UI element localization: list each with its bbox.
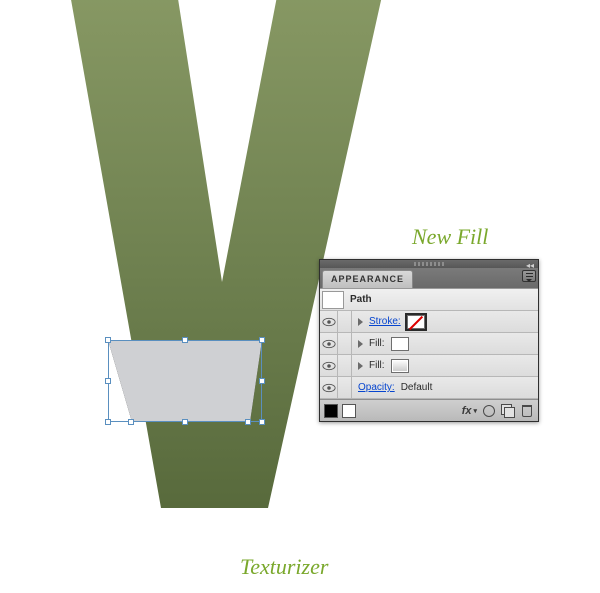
anchor-point[interactable] xyxy=(245,419,251,425)
fill-label: Fill: xyxy=(369,360,385,371)
target-name: Path xyxy=(350,294,372,305)
duplicate-item-button[interactable] xyxy=(500,403,515,418)
indent-spacer xyxy=(338,355,352,377)
opacity-label-link[interactable]: Opacity: xyxy=(358,382,395,393)
eye-icon xyxy=(322,317,336,327)
new-stroke-white-swatch[interactable] xyxy=(342,404,356,418)
selection-handle[interactable] xyxy=(105,419,111,425)
new-fill-black-swatch[interactable] xyxy=(324,404,338,418)
appearance-opacity-row[interactable]: Opacity: Default xyxy=(320,377,538,399)
selection-handle[interactable] xyxy=(259,337,265,343)
anchor-point[interactable] xyxy=(128,419,134,425)
fill-swatch-gradient[interactable] xyxy=(391,359,409,373)
opacity-value: Default xyxy=(401,382,433,393)
disclosure-triangle-icon[interactable] xyxy=(358,362,363,370)
stroke-label-link[interactable]: Stroke: xyxy=(369,316,401,327)
circle-slash-icon xyxy=(483,405,495,417)
panel-tabbar: APPEARANCE xyxy=(320,268,538,288)
selection-handle[interactable] xyxy=(182,419,188,425)
disclosure-triangle-icon[interactable] xyxy=(358,340,363,348)
caption-new-fill: New Fill xyxy=(412,224,488,250)
indent-spacer xyxy=(338,311,352,333)
clear-appearance-button[interactable] xyxy=(481,403,496,418)
panel-drag-dots xyxy=(414,262,444,266)
add-effect-button[interactable]: fx▾ xyxy=(462,405,477,417)
selection-handle[interactable] xyxy=(259,419,265,425)
selection-handle[interactable] xyxy=(105,378,111,384)
eye-icon xyxy=(322,383,336,393)
indent-spacer xyxy=(338,333,352,355)
visibility-toggle[interactable] xyxy=(320,377,338,399)
duplicate-icon xyxy=(501,404,514,417)
selection-handle[interactable] xyxy=(105,337,111,343)
fx-label: fx xyxy=(462,405,472,417)
appearance-panel: ◂◂ APPEARANCE Path Stroke: xyxy=(319,259,539,422)
tab-appearance[interactable]: APPEARANCE xyxy=(322,270,413,288)
eye-icon xyxy=(322,361,336,371)
target-thumbnail xyxy=(322,291,344,309)
selection-bounding-box xyxy=(108,340,262,422)
eye-icon xyxy=(322,339,336,349)
caption-texturizer: Texturizer xyxy=(240,554,328,580)
panel-grip[interactable]: ◂◂ xyxy=(320,260,538,268)
disclosure-triangle-icon[interactable] xyxy=(358,318,363,326)
indent-spacer xyxy=(338,377,352,399)
visibility-toggle[interactable] xyxy=(320,333,338,355)
selection-handle[interactable] xyxy=(182,337,188,343)
visibility-toggle[interactable] xyxy=(320,355,338,377)
fill-label: Fill: xyxy=(369,338,385,349)
appearance-fill-row[interactable]: Fill: xyxy=(320,333,538,355)
panel-flyout-menu-button[interactable] xyxy=(522,270,536,282)
appearance-rows: Path Stroke: F xyxy=(320,288,538,399)
fill-swatch-white[interactable] xyxy=(391,337,409,351)
chevron-down-icon: ▾ xyxy=(473,407,477,415)
stroke-swatch-none[interactable] xyxy=(407,315,425,329)
panel-collapse-arrows-icon[interactable]: ◂◂ xyxy=(526,261,534,270)
delete-item-button[interactable] xyxy=(519,403,534,418)
artboard[interactable]: New Fill Texturizer ◂◂ APPEARANCE Path xyxy=(0,0,600,593)
appearance-target-row[interactable]: Path xyxy=(320,289,538,311)
trash-icon xyxy=(522,405,532,417)
panel-footer: fx▾ xyxy=(320,399,538,421)
appearance-fill-row[interactable]: Fill: xyxy=(320,355,538,377)
appearance-stroke-row[interactable]: Stroke: xyxy=(320,311,538,333)
visibility-toggle[interactable] xyxy=(320,311,338,333)
selection-handle[interactable] xyxy=(259,378,265,384)
